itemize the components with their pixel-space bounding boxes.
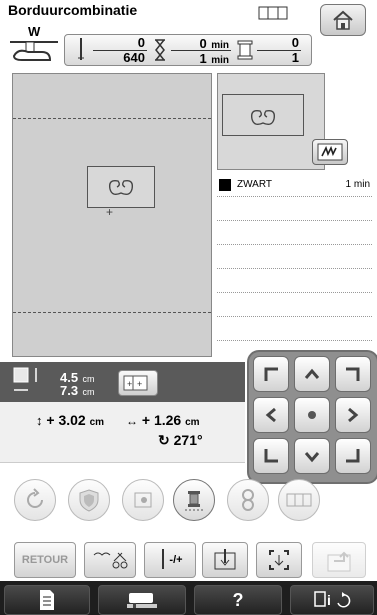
rotation-unit: ° [196, 432, 203, 448]
thread-color-name: ZWART [237, 179, 272, 190]
size-height-unit: cm [82, 387, 95, 397]
move-up-left-button[interactable] [253, 356, 289, 392]
rotate-button[interactable] [14, 479, 56, 521]
thread-mode-button[interactable] [312, 139, 348, 165]
memory-icon [327, 551, 351, 572]
starting-point-button[interactable] [202, 542, 248, 578]
vertical-arrows-icon: ↕ [36, 413, 43, 428]
document-button[interactable] [4, 585, 90, 615]
hourglass-icon [155, 39, 165, 61]
rotation-row: ↻ 271° [158, 432, 203, 449]
hoop-select-icon: + + [123, 375, 148, 391]
thread-mode-icon [317, 143, 343, 161]
thread-spool-icon [237, 40, 253, 60]
vertical-offset-value: + 3.02 [46, 412, 86, 428]
trial-frame-icon [269, 550, 289, 570]
move-down-left-button[interactable] [253, 438, 289, 474]
retour-button[interactable]: RETOUR [14, 542, 76, 578]
color-current: 0 [291, 35, 299, 50]
chevron-up-icon [304, 368, 320, 379]
needle-density-icon [162, 549, 165, 569]
move-down-right-button[interactable] [335, 438, 371, 474]
home-button[interactable] [320, 4, 366, 36]
horizontal-arrows-icon: ↔ [126, 414, 138, 428]
chevron-right-icon [348, 407, 359, 423]
stitch-info-bar: 0 640 0 min 1 min 0 1 [64, 34, 312, 66]
starting-point-icon [214, 549, 236, 570]
chevron-left-icon [265, 407, 276, 423]
embroidery-canvas[interactable]: + [12, 73, 212, 357]
rotation-icon: ↻ [158, 432, 170, 448]
jump-trim-button[interactable] [84, 542, 136, 578]
svg-text:+: + [127, 379, 132, 389]
spool-icon [185, 491, 203, 511]
center-dot-icon [308, 411, 316, 419]
scissors-icon [93, 552, 128, 569]
move-down-button[interactable] [294, 438, 330, 474]
move-pattern-button[interactable] [122, 479, 164, 521]
move-up-button[interactable] [294, 356, 330, 392]
chevron-down-icon [304, 452, 320, 463]
repeat-button[interactable] [227, 479, 269, 521]
pattern-glyph-icon [108, 179, 134, 196]
move-up-right-button[interactable] [335, 356, 371, 392]
bottom-bar: ? i [0, 581, 377, 615]
settings-button[interactable]: i [290, 585, 374, 615]
needle-icon [78, 38, 84, 60]
vertical-offset-unit: cm [89, 417, 105, 428]
preview-pattern-icon [250, 109, 276, 126]
thread-color-button[interactable] [173, 479, 215, 521]
help-button[interactable]: ? [194, 585, 282, 615]
thread-color-swatch [219, 179, 231, 191]
machine-icon [127, 593, 157, 608]
density-button[interactable]: -/+ [144, 542, 196, 578]
home-icon [333, 10, 353, 30]
position-info-panel: ↕ + 3.02 cm ↔ + 1.26 cm ↻ 271° [0, 402, 245, 463]
hoop-frame-icon [258, 6, 288, 20]
time-unit-bottom: min [211, 55, 229, 66]
document-icon [40, 590, 54, 610]
trial-embroidery-button[interactable] [256, 542, 302, 578]
pattern-preview [217, 73, 325, 170]
density-label: -/+ [169, 554, 183, 566]
shield-button[interactable] [68, 479, 110, 521]
horizontal-offset-value: + 1.26 [141, 412, 182, 428]
time-current: 0 [199, 36, 207, 51]
stitch-current: 0 [137, 35, 145, 50]
sewing-machine-button[interactable] [98, 585, 186, 615]
move-center-button[interactable] [294, 397, 330, 433]
hoop-border-icon [286, 493, 312, 507]
settings-icon: i [314, 591, 351, 608]
pattern-move-icon [134, 492, 152, 508]
thread-list-item[interactable]: ZWART 1 min [217, 178, 372, 194]
time-total: 1 [199, 51, 207, 66]
figure-eight-icon [242, 489, 254, 511]
center-marker-icon: + [106, 205, 114, 219]
direction-pad [247, 350, 377, 484]
rotation-value: 271 [173, 432, 197, 448]
stitch-total: 640 [123, 50, 145, 65]
vertical-offset-row: ↕ + 3.02 cm [36, 412, 104, 428]
move-right-button[interactable] [335, 397, 371, 433]
color-total: 1 [291, 50, 299, 65]
rotate-icon [27, 488, 43, 508]
size-panel: 4.5 cm 7.3 cm + + [0, 362, 245, 402]
memory-button[interactable] [312, 542, 366, 578]
svg-text:+: + [137, 379, 142, 389]
hoop-select-button[interactable]: + + [118, 370, 158, 396]
thread-color-time: 1 min [345, 179, 370, 190]
hoop-border-button[interactable] [278, 479, 320, 521]
size-height-value: 7.3 [60, 383, 79, 398]
shield-icon [79, 489, 99, 512]
screen-title: Borduurcombinatie [8, 2, 138, 18]
move-left-button[interactable] [253, 397, 289, 433]
svg-text:W: W [28, 24, 41, 39]
horizontal-offset-row: ↔ + 1.26 cm [126, 412, 200, 428]
size-icon [13, 367, 37, 391]
svg-text:i: i [327, 592, 331, 608]
pattern-frame[interactable] [87, 166, 155, 208]
horizontal-offset-unit: cm [185, 417, 200, 428]
presser-foot-w-icon: W [8, 22, 60, 66]
